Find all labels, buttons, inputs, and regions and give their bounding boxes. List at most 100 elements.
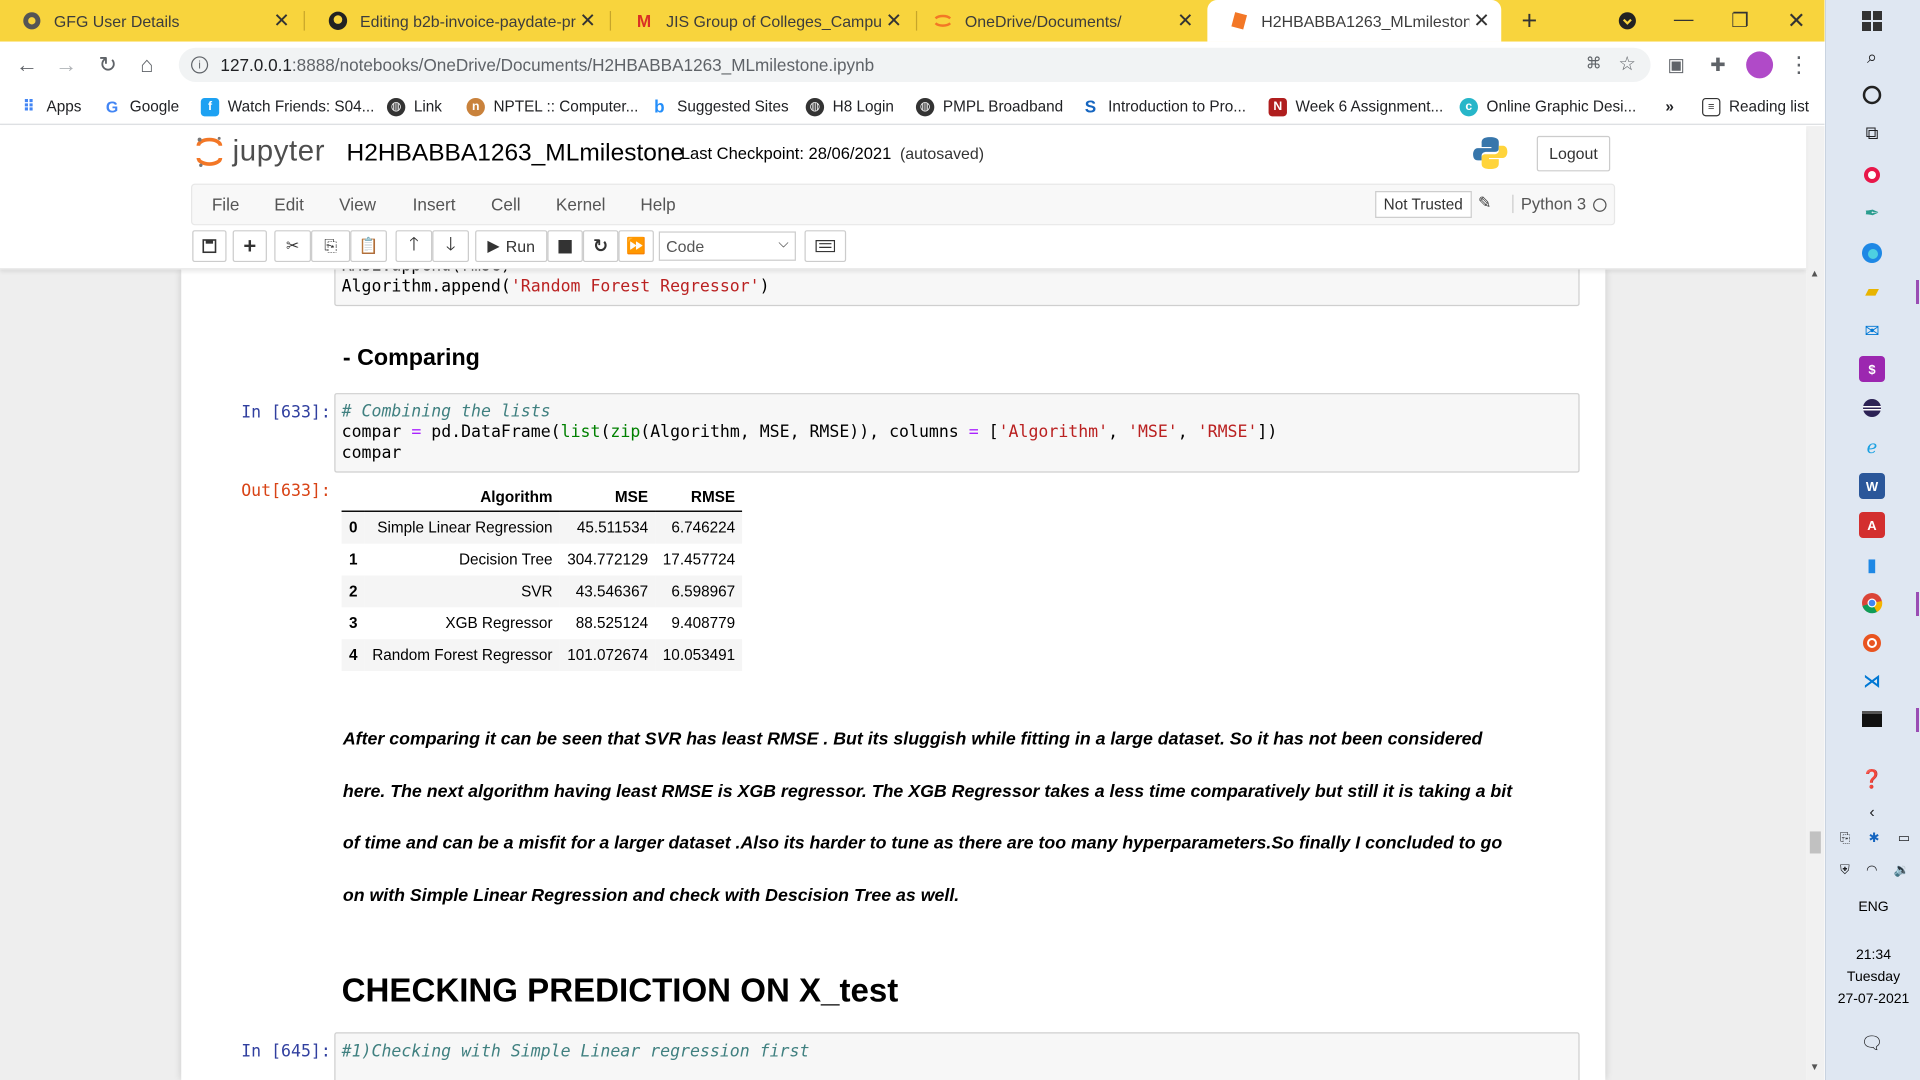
address-bar[interactable]: i 127.0.0.1:8888/notebooks/OneDrive/Docu… [178, 47, 1651, 83]
menu-file[interactable]: File [212, 195, 240, 215]
not-trusted-button[interactable]: Not Trusted [1375, 191, 1472, 218]
bookmark-friends[interactable]: f Watch Friends: S04... [200, 96, 374, 118]
language-indicator[interactable]: ENG [1826, 898, 1920, 914]
tab-gfg[interactable]: GFG User Details ✕ [0, 0, 301, 42]
volume-icon[interactable]: 🔉 [1894, 862, 1910, 878]
help-icon[interactable]: ❓ [1859, 766, 1885, 792]
app-s-icon[interactable]: $ [1859, 356, 1885, 382]
home-button[interactable]: ⌂ [131, 49, 163, 81]
move-up-icon[interactable]: 🡑 [395, 230, 433, 263]
scroll-down-arrow[interactable]: ▼ [1810, 1062, 1820, 1073]
restore-button[interactable]: ❐ [1712, 0, 1768, 42]
menu-kebab-icon[interactable]: ⋮ [1785, 51, 1812, 78]
extensions-puzzle-icon[interactable]: ✚ [1705, 51, 1732, 78]
forward-button[interactable]: → [50, 49, 82, 81]
code-cell-compar[interactable]: # Combining the lists compar = pd.DataFr… [334, 393, 1580, 473]
interrupt-icon[interactable] [547, 230, 583, 263]
paste-icon[interactable]: 📋 [350, 230, 387, 263]
menu-cell[interactable]: Cell [491, 195, 521, 215]
eclipse-icon[interactable] [1859, 395, 1885, 421]
reload-button[interactable]: ↻ [92, 49, 124, 81]
translate-icon[interactable]: ⌘ [1586, 54, 1602, 74]
vertical-scrollbar[interactable]: ▲ ▼ [1806, 126, 1825, 1080]
bookmark-graphic[interactable]: c Online Graphic Desi... [1459, 96, 1636, 118]
clock-day[interactable]: Tuesday [1826, 968, 1920, 984]
tab-search-icon[interactable] [1599, 0, 1655, 42]
edge-icon[interactable] [1859, 240, 1885, 266]
close-window-button[interactable]: ✕ [1768, 0, 1824, 42]
close-icon[interactable]: ✕ [1469, 9, 1493, 33]
run-button[interactable]: ▶ Run [475, 230, 548, 263]
close-icon[interactable]: ✕ [1173, 9, 1197, 33]
wifi-icon[interactable]: ◠ [1866, 862, 1877, 878]
keyboard-icon[interactable] [804, 230, 847, 263]
acrobat-icon[interactable]: A [1859, 512, 1885, 538]
notification-icon[interactable]: 🗨 [1859, 1030, 1885, 1056]
bookmark-star-icon[interactable]: ☆ [1618, 51, 1636, 75]
search-icon[interactable]: ⌕ [1859, 44, 1885, 70]
info-icon[interactable]: i [191, 56, 209, 74]
bookmark-google[interactable]: G Google [103, 96, 179, 118]
reading-list-button[interactable]: ≡ Reading list [1702, 96, 1809, 118]
menu-kernel[interactable]: Kernel [556, 195, 606, 215]
bookmark-pmpl[interactable]: ◍ PMPL Broadband [915, 96, 1063, 118]
minimize-button[interactable]: — [1656, 0, 1712, 42]
clock-date[interactable]: 27-07-2021 [1826, 990, 1920, 1006]
mail-icon[interactable]: ✉ [1859, 318, 1885, 344]
restart-icon[interactable]: ↻ [582, 230, 619, 263]
scroll-up-arrow[interactable]: ▲ [1810, 268, 1820, 279]
menu-edit[interactable]: Edit [274, 195, 304, 215]
jupyter-logo[interactable]: jupyter [196, 135, 325, 169]
cortana-icon[interactable] [1859, 82, 1885, 108]
bookmarks-overflow-button[interactable]: » [1665, 96, 1674, 118]
back-button[interactable]: ← [11, 49, 43, 81]
app-pen-icon[interactable]: ✒ [1859, 200, 1885, 226]
clock-time[interactable]: 21:34 [1826, 946, 1920, 962]
terminal-icon[interactable] [1859, 706, 1885, 732]
cell-type-select[interactable]: Code ⌵ [658, 231, 796, 261]
code-cell-prediction[interactable]: #1)Checking with Simple Linear regressio… [334, 1032, 1580, 1080]
internet-explorer-icon[interactable]: ℯ [1859, 434, 1885, 460]
phone-icon[interactable]: ▮ [1859, 552, 1885, 578]
bookmark-nptel[interactable]: n NPTEL :: Computer... [466, 96, 638, 118]
menu-insert[interactable]: Insert [413, 195, 456, 215]
file-explorer-icon[interactable]: ▰ [1859, 278, 1885, 304]
bookmark-apps[interactable]: ⠿ Apps [20, 96, 82, 118]
battery-icon[interactable]: ▭ [1898, 830, 1910, 846]
profile-avatar[interactable] [1746, 51, 1774, 79]
close-icon[interactable]: ✕ [882, 9, 906, 33]
chevron-left-icon[interactable]: ‹ [1859, 800, 1885, 826]
menu-help[interactable]: Help [640, 195, 675, 215]
logout-button[interactable]: Logout [1536, 135, 1611, 172]
chrome-icon[interactable] [1859, 590, 1885, 616]
edit-pencil-icon[interactable]: ✎ [1478, 193, 1491, 213]
close-icon[interactable]: ✕ [576, 9, 600, 33]
extension-icon[interactable]: ▣ [1663, 51, 1690, 78]
tab-gmail[interactable]: M JIS Group of Colleges_Campus Re ✕ [612, 0, 913, 42]
bookmark-week6[interactable]: N Week 6 Assignment... [1268, 96, 1443, 118]
bookmark-intro[interactable]: S Introduction to Pro... [1081, 96, 1246, 118]
vscode-icon[interactable]: ⋊ [1859, 668, 1885, 694]
new-tab-button[interactable]: + [1501, 0, 1557, 42]
task-view-icon[interactable]: ⧉ [1859, 120, 1885, 146]
move-down-icon[interactable]: 🡓 [432, 230, 469, 263]
tab-onedrive[interactable]: OneDrive/Documents/ ✕ [911, 0, 1205, 42]
copy-icon[interactable]: ⎘ [311, 230, 351, 263]
save-icon[interactable] [192, 230, 227, 263]
fast-forward-icon[interactable]: ⏩ [618, 230, 654, 263]
close-icon[interactable]: ✕ [269, 9, 293, 33]
defender-shield-icon[interactable]: ⛨ [1840, 862, 1850, 878]
notebook-name[interactable]: H2HBABBA1263_MLmilestone [347, 140, 685, 168]
word-icon[interactable]: W [1859, 473, 1885, 499]
tab-notebook[interactable]: H2HBABBA1263_MLmilestone - J ✕ [1207, 0, 1502, 42]
tab-github[interactable]: Editing b2b-invoice-paydate-pre ✕ [306, 0, 607, 42]
bookmark-suggested[interactable]: b Suggested Sites [650, 96, 788, 118]
cut-icon[interactable]: ✂ [274, 230, 312, 263]
ubuntu-icon[interactable] [1859, 630, 1885, 656]
menu-view[interactable]: View [339, 195, 376, 215]
scrollbar-thumb[interactable] [1809, 831, 1821, 854]
bookmark-link[interactable]: ◍ Link [386, 96, 442, 118]
bookmark-h8[interactable]: ◍ H8 Login [805, 96, 894, 118]
bluetooth-icon[interactable]: ✱ [1869, 830, 1880, 846]
app-record-icon[interactable] [1859, 162, 1885, 188]
